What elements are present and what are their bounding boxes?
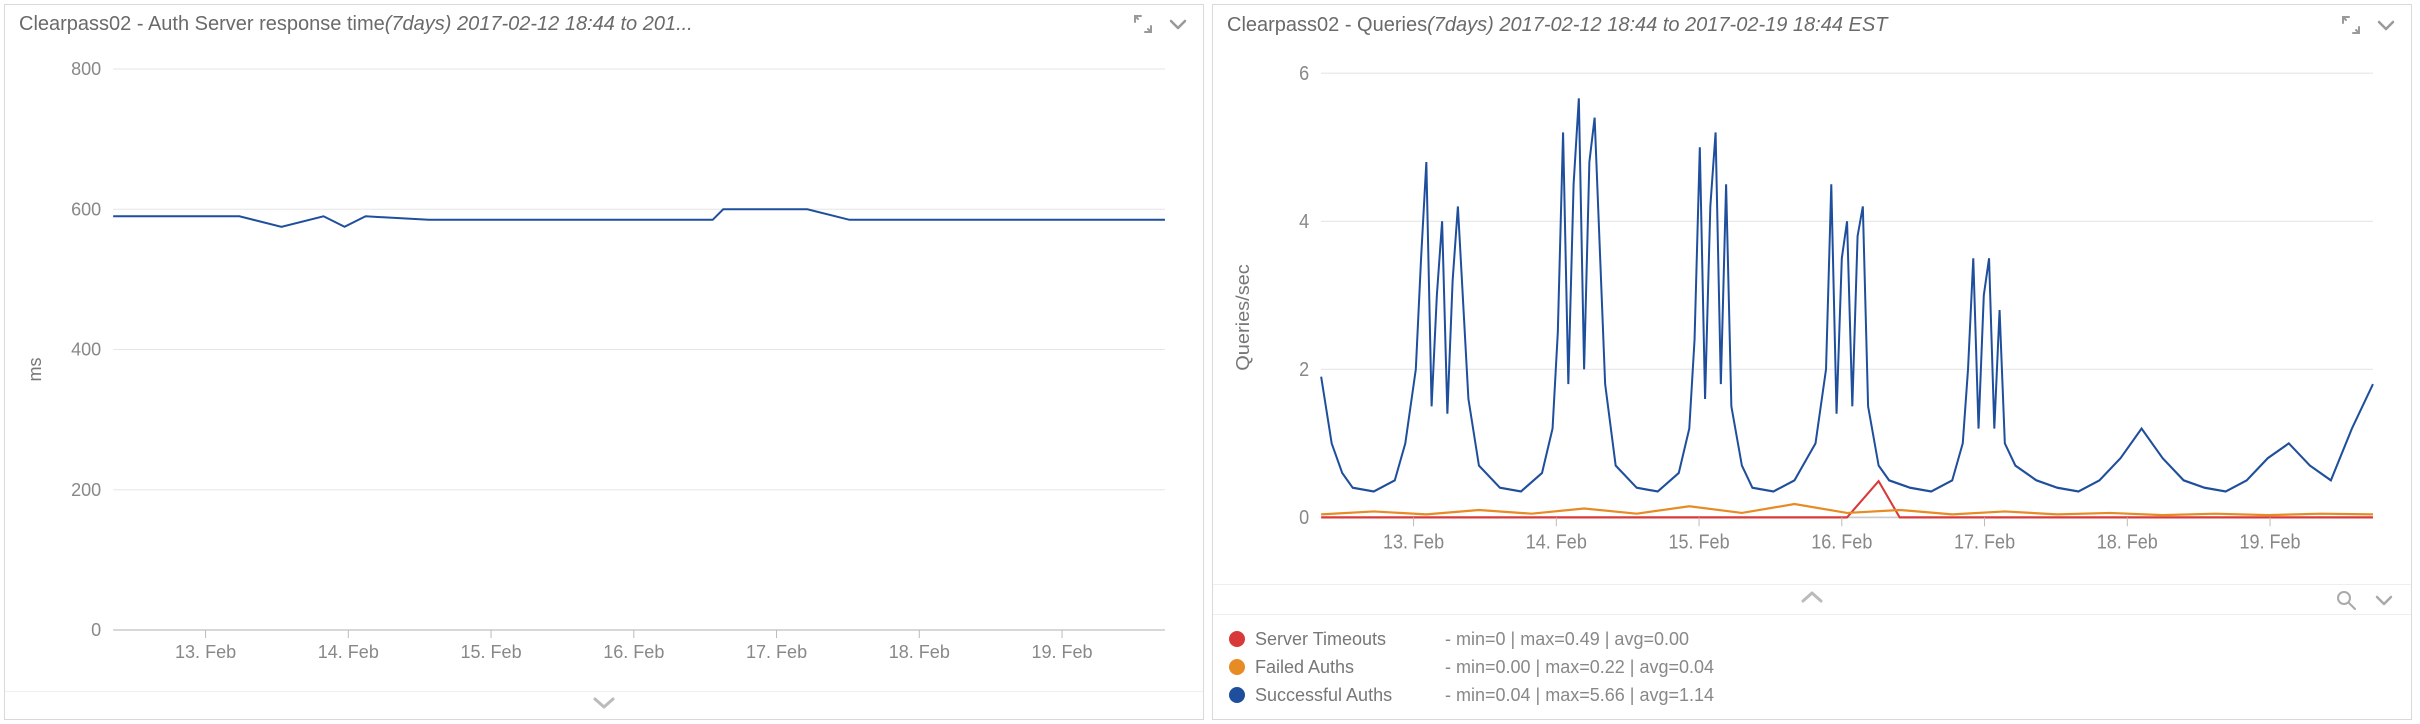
chevron-up-icon[interactable] — [1799, 588, 1825, 611]
legend-name: Successful Auths — [1255, 681, 1435, 709]
chevron-down-icon[interactable] — [591, 694, 617, 717]
left-chart-panel: Clearpass02 - Auth Server response time(… — [4, 4, 1204, 720]
legend-dot-icon — [1229, 631, 1245, 647]
panel-header-icons — [1133, 13, 1189, 35]
chart-right: Queries/sec 0 2 4 6 13. Feb 14. Feb 15. Feb 16… — [1231, 51, 2393, 584]
panel-header-icons — [2341, 14, 2397, 36]
chart-area-left: ms 0 200 400 600 800 13. Feb 14. Feb 15. Feb 16… — [5, 43, 1203, 690]
right-chart-panel: Clearpass02 - Queries(7days) 2017-02-12 … — [1212, 4, 2412, 720]
svg-text:0: 0 — [1299, 507, 1309, 529]
svg-text:18. Feb: 18. Feb — [889, 643, 950, 663]
chart-left: ms 0 200 400 600 800 13. Feb 14. Feb 15. Feb 16… — [23, 49, 1185, 690]
legend-row[interactable]: Server Timeouts - min=0 | max=0.49 | avg=… — [1229, 625, 2395, 653]
title-span: (7days) — [385, 13, 452, 35]
svg-text:600: 600 — [71, 200, 101, 220]
legend: Server Timeouts - min=0 | max=0.49 | avg=… — [1213, 614, 2411, 719]
svg-text:15. Feb: 15. Feb — [1669, 532, 1730, 554]
legend-row[interactable]: Successful Auths - min=0.04 | max=5.66 | … — [1229, 681, 2395, 709]
svg-text:19. Feb: 19. Feb — [2239, 532, 2300, 554]
y-ticks: 0 2 4 6 — [1299, 63, 2373, 529]
panel-footer — [1213, 584, 2411, 614]
chart-area-right: Queries/sec 0 2 4 6 13. Feb 14. Feb 15. Feb 16… — [1213, 45, 2411, 584]
panel-title: Clearpass02 - Auth Server response time(… — [19, 13, 1133, 36]
panel-header: Clearpass02 - Queries(7days) 2017-02-12 … — [1213, 5, 2411, 45]
panel-header: Clearpass02 - Auth Server response time(… — [5, 5, 1203, 43]
expand-icon[interactable] — [2341, 15, 2361, 35]
legend-stats: - min=0.00 | max=0.22 | avg=0.04 — [1445, 653, 1714, 681]
svg-text:17. Feb: 17. Feb — [1954, 532, 2015, 554]
legend-dot-icon — [1229, 659, 1245, 675]
svg-text:13. Feb: 13. Feb — [175, 643, 236, 663]
plot-area — [113, 210, 1165, 228]
svg-text:800: 800 — [71, 60, 101, 80]
chevron-down-icon[interactable] — [2373, 589, 2395, 611]
svg-text:13. Feb: 13. Feb — [1383, 532, 1444, 554]
y-axis: ms 0 200 400 600 800 — [25, 60, 1165, 641]
svg-text:17. Feb: 17. Feb — [746, 643, 807, 663]
title-suffix: 2017-02-12 18:44 to 201... — [451, 13, 692, 35]
svg-text:14. Feb: 14. Feb — [318, 643, 379, 663]
y-ticks: 0 200 400 600 800 — [71, 60, 1165, 641]
legend-name: Server Timeouts — [1255, 625, 1435, 653]
title-span: (7days) — [1427, 14, 1494, 36]
chevron-down-icon[interactable] — [1167, 13, 1189, 35]
svg-text:400: 400 — [71, 340, 101, 360]
svg-text:2: 2 — [1299, 359, 1309, 381]
svg-text:16. Feb: 16. Feb — [603, 643, 664, 663]
svg-text:200: 200 — [71, 480, 101, 500]
panel-footer — [5, 691, 1203, 719]
x-axis: 13. Feb 14. Feb 15. Feb 16. Feb 17. Feb 18. F… — [175, 630, 1093, 662]
svg-text:0: 0 — [91, 620, 101, 640]
search-icon[interactable] — [2335, 589, 2357, 611]
x-axis: 13. Feb 14. Feb 15. Feb 16. Feb 17. Feb 18. F… — [1383, 517, 2301, 553]
svg-text:16. Feb: 16. Feb — [1811, 532, 1872, 554]
y-axis: Queries/sec 0 2 4 6 — [1234, 63, 2373, 529]
svg-text:18. Feb: 18. Feb — [2097, 532, 2158, 554]
legend-dot-icon — [1229, 687, 1245, 703]
title-suffix: 2017-02-12 18:44 to 2017-02-19 18:44 EST — [1494, 14, 1888, 36]
legend-stats: - min=0 | max=0.49 | avg=0.00 — [1445, 625, 1689, 653]
y-axis-label: ms — [25, 358, 45, 382]
legend-name: Failed Auths — [1255, 653, 1435, 681]
svg-text:6: 6 — [1299, 63, 1309, 85]
svg-text:4: 4 — [1299, 211, 1309, 233]
legend-stats: - min=0.04 | max=5.66 | avg=1.14 — [1445, 681, 1714, 709]
title-prefix: Clearpass02 - Auth Server response time — [19, 13, 385, 35]
panel-title: Clearpass02 - Queries(7days) 2017-02-12 … — [1227, 14, 2341, 37]
chevron-down-icon[interactable] — [2375, 14, 2397, 36]
y-axis-label: Queries/sec — [1234, 264, 1254, 371]
svg-text:14. Feb: 14. Feb — [1526, 532, 1587, 554]
plot-area — [1321, 98, 2373, 517]
legend-row[interactable]: Failed Auths - min=0.00 | max=0.22 | avg=… — [1229, 653, 2395, 681]
title-prefix: Clearpass02 - Queries — [1227, 14, 1427, 36]
svg-text:19. Feb: 19. Feb — [1031, 643, 1092, 663]
svg-text:15. Feb: 15. Feb — [461, 643, 522, 663]
expand-icon[interactable] — [1133, 14, 1153, 34]
